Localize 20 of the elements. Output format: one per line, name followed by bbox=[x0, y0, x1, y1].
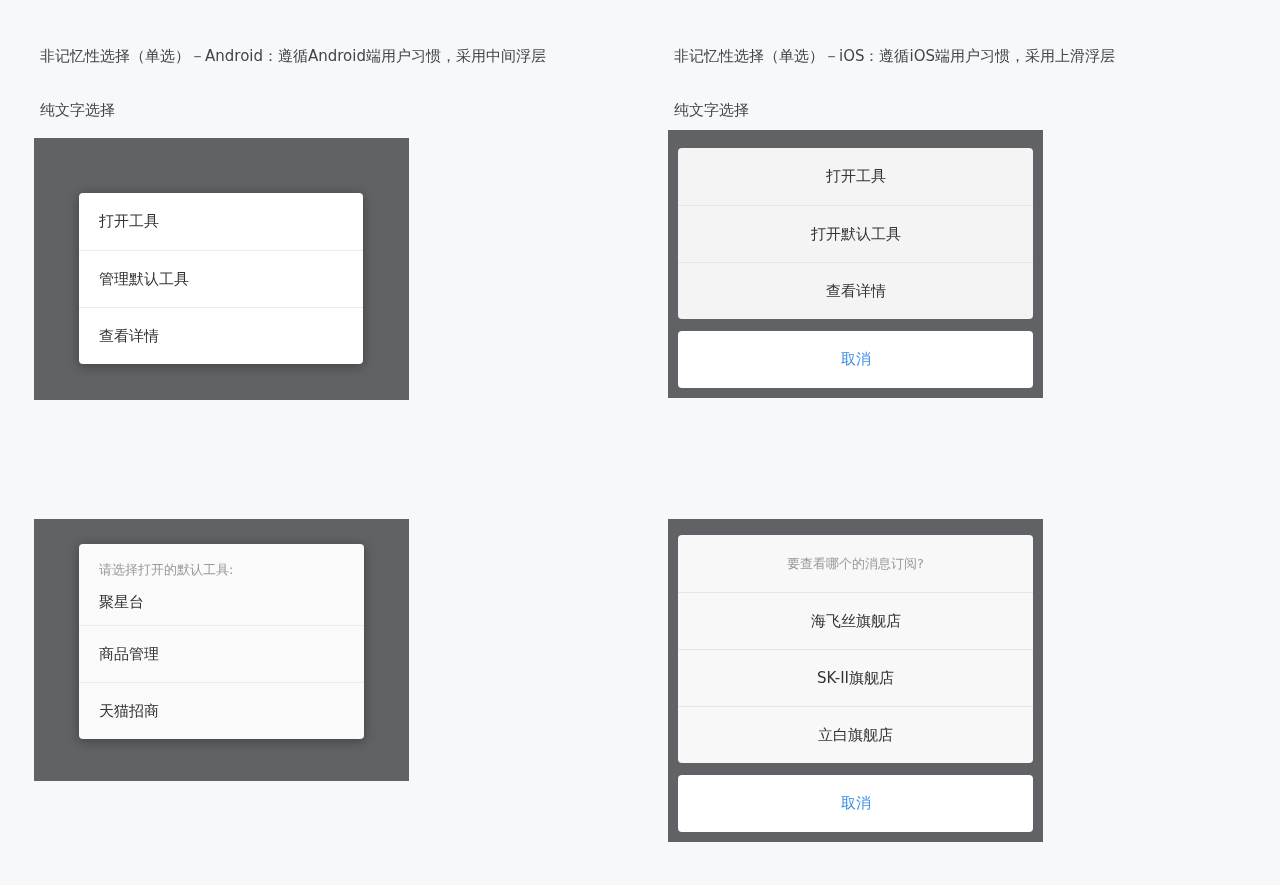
menu-item[interactable]: 管理默认工具 bbox=[79, 250, 363, 307]
menu-item[interactable]: 商品管理 bbox=[79, 625, 364, 682]
menu-item[interactable]: 查看详情 bbox=[678, 262, 1033, 319]
menu-item[interactable]: 打开默认工具 bbox=[678, 205, 1033, 262]
cancel-button[interactable]: 取消 bbox=[678, 331, 1033, 388]
menu-item[interactable]: 海飞丝旗舰店 bbox=[678, 592, 1033, 649]
menu-item[interactable]: 聚星台 bbox=[79, 579, 364, 625]
menu-item[interactable]: SK-II旗舰店 bbox=[678, 649, 1033, 706]
menu-item[interactable]: 打开工具 bbox=[79, 193, 363, 250]
section-subtitle: 纯文字选择 bbox=[40, 100, 116, 120]
section-subtitle: 纯文字选择 bbox=[674, 100, 750, 120]
section-title: 非记忆性选择（单选）－Android：遵循Android端用户习惯，采用中间浮层 bbox=[40, 46, 547, 66]
cancel-button[interactable]: 取消 bbox=[678, 775, 1033, 832]
menu-item[interactable]: 打开工具 bbox=[678, 148, 1033, 205]
menu-item[interactable]: 查看详情 bbox=[79, 307, 363, 364]
section-title: 非记忆性选择（单选）－iOS：遵循iOS端用户习惯，采用上滑浮层 bbox=[674, 46, 1116, 66]
sheet-prompt: 要查看哪个的消息订阅? bbox=[786, 554, 925, 573]
menu-item[interactable]: 立白旗舰店 bbox=[678, 706, 1033, 763]
dialog-prompt: 请选择打开的默认工具: bbox=[98, 561, 235, 579]
menu-item[interactable]: 天猫招商 bbox=[79, 682, 364, 739]
